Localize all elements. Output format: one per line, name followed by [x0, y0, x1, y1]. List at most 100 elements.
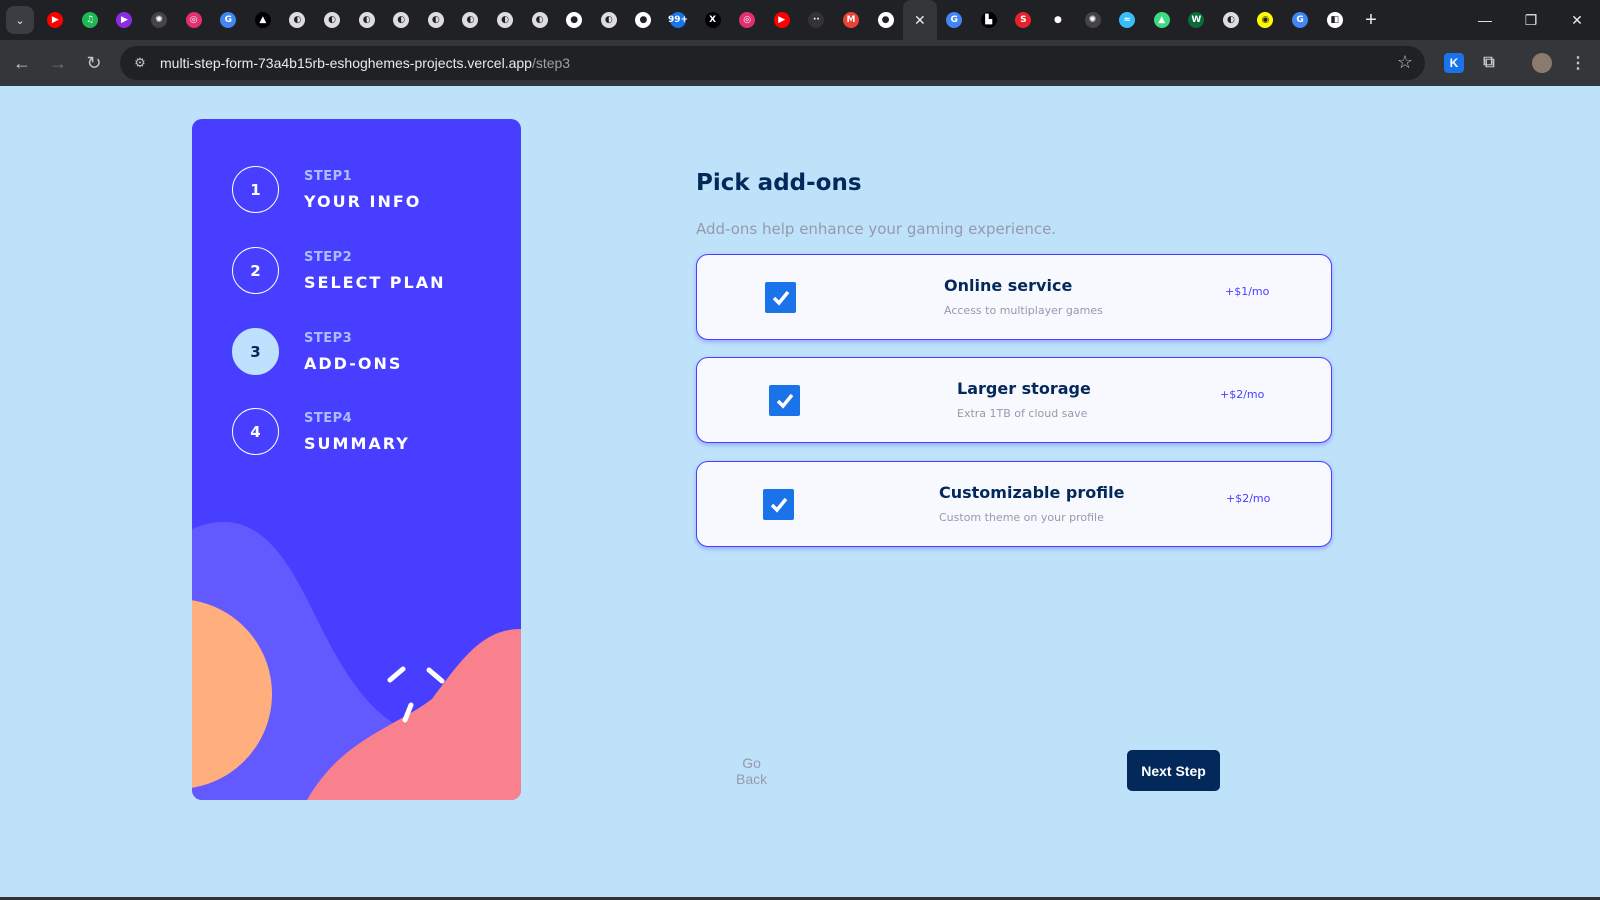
addon-larger-storage[interactable]: Larger storage Extra 1TB of cloud save +…: [696, 357, 1332, 443]
browser-tab[interactable]: X: [695, 0, 730, 40]
browser-tab[interactable]: W: [1179, 0, 1214, 40]
github-icon: ●: [877, 12, 894, 28]
browser-tab[interactable]: ◐: [592, 0, 627, 40]
addon-price: +$2/mo: [1220, 388, 1265, 401]
browser-tab[interactable]: ●: [868, 0, 903, 40]
browser-tab[interactable]: ♫: [73, 0, 108, 40]
step-title: SELECT PLAN: [304, 272, 446, 292]
sidebar-decoration: [192, 521, 521, 800]
page-title: Pick add-ons: [696, 170, 862, 196]
globe-icon: ◐: [531, 12, 548, 28]
browser-tab[interactable]: ◐: [384, 0, 419, 40]
browser-tab[interactable]: ✺: [142, 0, 177, 40]
browser-tab[interactable]: ◐: [488, 0, 523, 40]
browser-tab[interactable]: ◐: [1214, 0, 1249, 40]
site-icon: ··: [808, 12, 825, 28]
browser-tab[interactable]: ▶: [107, 0, 142, 40]
site-settings-icon[interactable]: ⚙: [126, 55, 154, 71]
addon-customizable-profile[interactable]: Customizable profile Custom theme on you…: [696, 461, 1332, 547]
browser-tab[interactable]: ◐: [280, 0, 315, 40]
window-close-icon[interactable]: ✕: [1554, 0, 1600, 40]
browser-tab[interactable]: G: [937, 0, 972, 40]
addon-online-service[interactable]: Online service Access to multiplayer gam…: [696, 254, 1332, 340]
step-label: STEP2: [304, 249, 353, 265]
instagram-icon: ◎: [739, 12, 756, 28]
globe-icon: ◐: [497, 12, 514, 28]
instagram-icon: ◎: [185, 12, 202, 28]
address-bar[interactable]: ⚙ multi-step-form-73a4b15rb-eshoghemes-p…: [120, 46, 1425, 80]
minimize-icon[interactable]: —: [1462, 0, 1508, 40]
browser-tab[interactable]: G: [211, 0, 246, 40]
browser-tab[interactable]: ◉: [1248, 0, 1283, 40]
url-text[interactable]: multi-step-form-73a4b15rb-eshoghemes-pro…: [160, 55, 570, 71]
google-icon: G: [946, 12, 963, 28]
play-icon: ▶: [116, 12, 133, 28]
browser-tab[interactable]: ≈: [1110, 0, 1145, 40]
browser-tab[interactable]: ◐: [419, 0, 454, 40]
browser-tab[interactable]: G: [1283, 0, 1318, 40]
addon-checkbox[interactable]: [765, 282, 796, 313]
browser-tab[interactable]: 99+: [661, 0, 696, 40]
browser-tab[interactable]: ◐: [315, 0, 350, 40]
browser-tab[interactable]: ◐: [522, 0, 557, 40]
new-tab-plus-icon[interactable]: +: [1356, 9, 1386, 32]
browser-tab[interactable]: ▶: [764, 0, 799, 40]
triangle-icon: ▲: [254, 12, 271, 28]
extensions-puzzle-icon[interactable]: ⧉: [1479, 53, 1499, 73]
step-title: YOUR INFO: [304, 191, 422, 211]
browser-tab-strip: ⌄ ▶ ♫ ▶ ✺ ◎ G ▲ ◐ ◐ ◐ ◐ ◐ ◐ ◐ ◐ ● ◐ ● 99+ X ◎ ▶ ·· M ● ✕ G ▙ S ● ✺ ≈ ▲ W ◐…: [0, 0, 1600, 40]
restore-icon[interactable]: ❐: [1508, 0, 1554, 40]
addon-name: Customizable profile: [939, 483, 1125, 502]
google-icon: G: [220, 12, 237, 28]
addon-description: Extra 1TB of cloud save: [957, 407, 1088, 420]
addon-price: +$2/mo: [1226, 492, 1271, 505]
tailwind-icon: ≈: [1119, 12, 1136, 28]
browser-tab[interactable]: M: [834, 0, 869, 40]
back-arrow-icon[interactable]: ←: [4, 45, 40, 81]
browser-tab[interactable]: ▲: [1144, 0, 1179, 40]
tab-close-icon[interactable]: ✕: [914, 12, 926, 29]
browser-tab[interactable]: ●: [557, 0, 592, 40]
go-back-button[interactable]: Go Back: [736, 755, 767, 787]
browser-tab[interactable]: ▲: [246, 0, 281, 40]
reload-icon[interactable]: ↻: [76, 45, 112, 81]
active-browser-tab[interactable]: ✕: [902, 0, 937, 40]
globe-icon: ◐: [289, 12, 306, 28]
forward-arrow-icon[interactable]: →: [40, 45, 76, 81]
tab-search-chevron-icon[interactable]: ⌄: [6, 6, 34, 34]
browser-tab[interactable]: ◧: [1317, 0, 1352, 40]
globe-icon: ◐: [462, 12, 479, 28]
browser-tab[interactable]: ▙: [971, 0, 1006, 40]
browser-tab[interactable]: ◎: [730, 0, 765, 40]
addon-checkbox[interactable]: [769, 385, 800, 416]
next-step-button[interactable]: Next Step: [1127, 750, 1220, 791]
step-number-circle-active: 3: [232, 328, 279, 375]
browser-tab[interactable]: ◐: [349, 0, 384, 40]
addon-price: +$1/mo: [1225, 285, 1270, 298]
addon-name: Online service: [944, 276, 1073, 295]
step-item-select-plan: 2 STEP2 SELECT PLAN: [232, 247, 446, 294]
bookmark-star-icon[interactable]: ☆: [1397, 52, 1413, 73]
browser-tab[interactable]: S: [1006, 0, 1041, 40]
browser-tab[interactable]: ◐: [453, 0, 488, 40]
browser-tab[interactable]: ▶: [38, 0, 73, 40]
browser-menu-icon[interactable]: ⋮: [1568, 53, 1588, 73]
browser-tab[interactable]: ✺: [1075, 0, 1110, 40]
browser-tab[interactable]: ●: [1041, 0, 1076, 40]
browser-tab[interactable]: ◎: [176, 0, 211, 40]
step-number-circle: 4: [232, 408, 279, 455]
steps-sidebar: 1 STEP1 YOUR INFO 2 STEP2 SELECT PLAN 3 …: [192, 119, 521, 800]
profile-avatar[interactable]: [1532, 53, 1552, 73]
window-controls: — ❐ ✕: [1462, 0, 1600, 40]
step-title: SUMMARY: [304, 433, 410, 453]
globe-icon: ◐: [1222, 12, 1239, 28]
addon-checkbox[interactable]: [763, 489, 794, 520]
gmail-icon: M: [842, 12, 859, 28]
tab-list: ▶ ♫ ▶ ✺ ◎ G ▲ ◐ ◐ ◐ ◐ ◐ ◐ ◐ ◐ ● ◐ ● 99+ X ◎ ▶ ·· M ● ✕ G ▙ S ● ✺ ≈ ▲ W ◐ ◉ G…: [38, 0, 1352, 40]
snapchat-icon: ◉: [1257, 12, 1274, 28]
browser-tab[interactable]: ··: [799, 0, 834, 40]
extension-k-icon[interactable]: K: [1444, 53, 1464, 73]
browser-tab[interactable]: ●: [626, 0, 661, 40]
step-item-your-info: 1 STEP1 YOUR INFO: [232, 166, 421, 213]
google-icon: G: [1292, 12, 1309, 28]
